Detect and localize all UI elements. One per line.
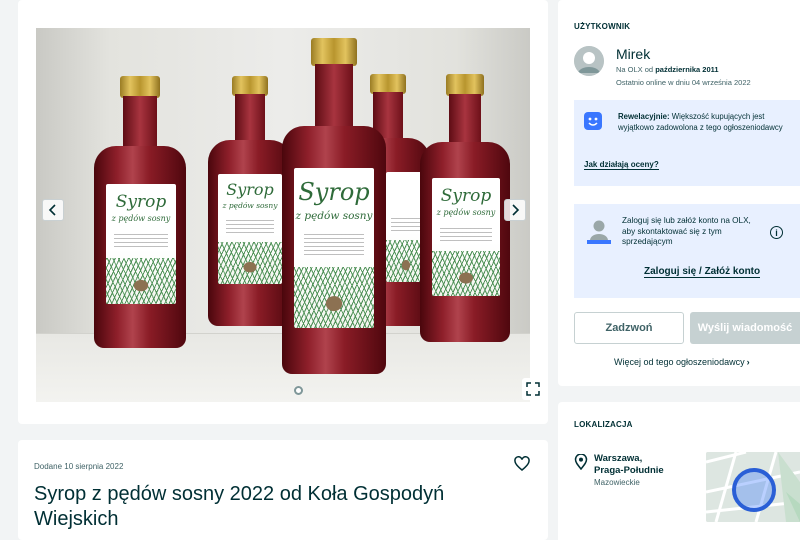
- product-photo[interactable]: Syrop z pędów sosny Syrop z pędów sosny: [36, 28, 530, 402]
- fullscreen-button[interactable]: [522, 378, 544, 400]
- chevron-left-icon: [48, 204, 56, 216]
- call-button[interactable]: Zadzwoń: [574, 312, 684, 344]
- info-icon[interactable]: i: [770, 226, 783, 239]
- rating-headline: Rewelacyjnie:: [618, 112, 670, 121]
- member-since-prefix: Na OLX od: [616, 65, 656, 74]
- how-ratings-work-link[interactable]: Jak działają oceny?: [584, 160, 659, 170]
- last-online: Ostatnio online w dniu 04 września 2022: [616, 78, 751, 87]
- bottle-image: Syrop z pędów sosny: [208, 76, 292, 326]
- ad-title-card: Dodane 10 sierpnia 2022 Syrop z pędów so…: [18, 440, 548, 540]
- chevron-right-icon: ›: [746, 357, 750, 367]
- map-graphic: [706, 452, 800, 522]
- bottle-image: Syrop z pędów sosny: [420, 74, 510, 342]
- login-register-link[interactable]: Zaloguj się / Załóż konto: [644, 266, 761, 278]
- expand-icon: [526, 382, 540, 396]
- more-from-seller-label: Więcej od tego ogłoszeniodawcy: [614, 357, 745, 367]
- label-subtitle: z pędów sosny: [295, 210, 373, 222]
- date-added: Dodane 10 sierpnia 2022: [34, 462, 124, 471]
- seller-section-title: UŻYTKOWNIK: [574, 22, 631, 31]
- district-name: Praga-Południe: [594, 464, 664, 476]
- label-subtitle: z pędów sosny: [222, 201, 278, 210]
- label-title: Syrop: [440, 186, 492, 206]
- smiley-icon: [584, 112, 602, 130]
- heart-icon[interactable]: [514, 456, 530, 472]
- seller-name: Mirek: [616, 46, 651, 62]
- slide-indicator-dot[interactable]: [294, 386, 303, 395]
- more-from-seller-link[interactable]: Więcej od tego ogłoszeniodawcy ›: [614, 357, 750, 367]
- city-name: Warszawa,: [594, 453, 643, 464]
- member-since-date: października 2011: [655, 65, 719, 74]
- region-name: Mazowieckie: [594, 478, 640, 487]
- gallery-card: Syrop z pędów sosny Syrop z pędów sosny: [18, 0, 548, 424]
- map-pin-icon: [574, 454, 588, 470]
- bottle-image: Syrop z pędów sosny: [282, 38, 386, 374]
- prev-image-button[interactable]: [42, 199, 64, 221]
- location-section-title: LOKALIZACJA: [574, 420, 633, 429]
- person-illustration-icon: [587, 220, 611, 244]
- rating-box: Rewelacyjnie: Większość kupujących jest …: [574, 100, 800, 186]
- login-prompt-box: Zaloguj się lub załóż konto na OLX, aby …: [574, 204, 800, 298]
- next-image-button[interactable]: [504, 199, 526, 221]
- city-district: Warszawa, Praga-Południe: [594, 453, 664, 476]
- rating-text: Rewelacyjnie: Większość kupujących jest …: [618, 112, 794, 133]
- label-subtitle: z pędów sosny: [111, 214, 171, 223]
- login-prompt-text: Zaloguj się lub załóż konto na OLX, aby …: [622, 216, 751, 246]
- label-title: Syrop: [115, 192, 167, 212]
- avatar: [574, 46, 604, 76]
- chevron-right-icon: [512, 204, 520, 216]
- location-card: LOKALIZACJA Warszawa, Praga-Południe Maz…: [558, 402, 800, 540]
- send-message-button[interactable]: Wyślij wiadomość: [690, 312, 800, 344]
- bottle-image: Syrop z pędów sosny: [94, 76, 186, 348]
- seller-card: UŻYTKOWNIK Mirek Na OLX od października …: [558, 0, 800, 386]
- location-map[interactable]: [706, 452, 800, 522]
- ad-title: Syrop z pędów sosny 2022 od Koła Gospody…: [34, 483, 445, 530]
- label-title: Syrop: [226, 180, 274, 199]
- label-title: Syrop: [298, 178, 370, 206]
- label-subtitle: z pędów sosny: [436, 208, 496, 217]
- member-since: Na OLX od października 2011: [616, 65, 719, 74]
- user-icon: [574, 46, 604, 76]
